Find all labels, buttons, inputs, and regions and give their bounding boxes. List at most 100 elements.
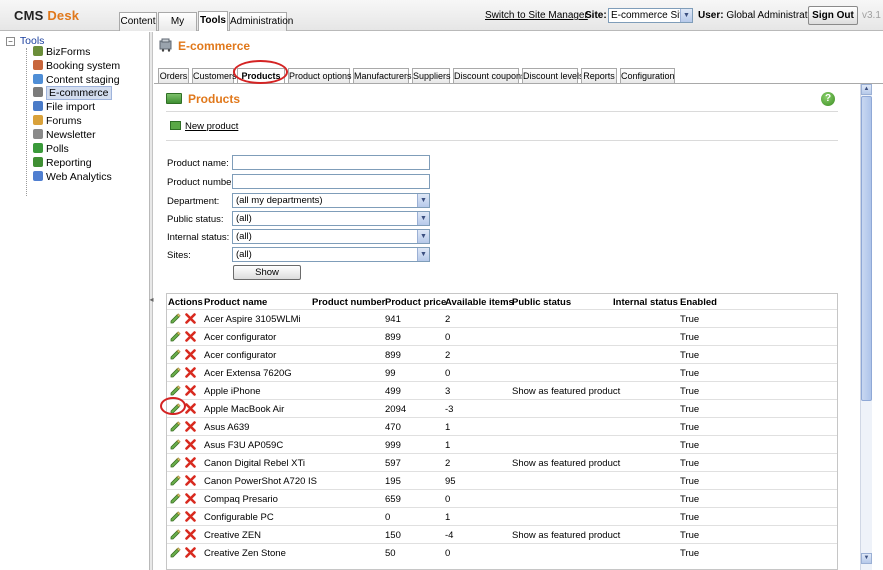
column-header-public-status: Public status bbox=[512, 297, 572, 308]
tree-item-bizforms[interactable]: BizForms bbox=[33, 46, 90, 59]
tab-discount-levels[interactable]: Discount levels bbox=[522, 68, 584, 83]
cell-price: 499 bbox=[385, 386, 401, 397]
help-icon[interactable]: ? bbox=[821, 92, 835, 106]
scrollbar-thumb[interactable] bbox=[861, 96, 872, 401]
delete-icon[interactable] bbox=[185, 529, 196, 540]
delete-icon[interactable] bbox=[185, 313, 196, 324]
edit-icon[interactable] bbox=[170, 529, 181, 540]
table-row: Acer configurator 899 0 True bbox=[167, 327, 837, 345]
tree-item-forums[interactable]: Forums bbox=[33, 115, 82, 128]
edit-icon[interactable] bbox=[170, 439, 181, 450]
cell-name: Creative Zen Stone bbox=[204, 548, 286, 559]
tree-item-web-analytics[interactable]: Web Analytics bbox=[33, 171, 112, 184]
collapse-icon[interactable]: − bbox=[6, 36, 15, 46]
ecommerce-icon bbox=[159, 38, 173, 52]
show-button[interactable]: Show bbox=[233, 265, 301, 280]
edit-icon[interactable] bbox=[170, 457, 181, 468]
site-select[interactable]: E-commerce Site ▼ bbox=[608, 8, 693, 23]
delete-icon[interactable] bbox=[185, 457, 196, 468]
tree-item-newsletter[interactable]: Newsletter bbox=[33, 129, 96, 142]
delete-icon[interactable] bbox=[185, 493, 196, 504]
edit-icon[interactable] bbox=[170, 511, 181, 522]
scroll-down-icon[interactable]: ▼ bbox=[861, 553, 872, 564]
cell-available: 0 bbox=[445, 368, 451, 379]
tab-suppliers[interactable]: Suppliers bbox=[412, 68, 451, 83]
delete-icon[interactable] bbox=[185, 547, 196, 558]
delete-icon[interactable] bbox=[185, 421, 196, 432]
cell-enabled: True bbox=[680, 332, 700, 343]
tree-item-label: BizForms bbox=[46, 46, 91, 58]
tree-item-label: File import bbox=[46, 101, 96, 113]
switch-to-site-manager-link[interactable]: Switch to Site Manager bbox=[485, 10, 588, 21]
tab-manufacturers[interactable]: Manufacturers bbox=[353, 68, 412, 83]
tree-item-polls[interactable]: Polls bbox=[33, 143, 69, 156]
vertical-scrollbar[interactable]: ▲ ▼ bbox=[860, 84, 872, 570]
cell-price: 99 bbox=[385, 368, 396, 379]
tab-configuration[interactable]: Configuration bbox=[620, 68, 675, 83]
cell-available: 2 bbox=[445, 314, 451, 325]
delete-icon[interactable] bbox=[185, 403, 196, 414]
sites-select[interactable]: (all) ▼ bbox=[232, 247, 430, 262]
tree-item-reporting[interactable]: Reporting bbox=[33, 157, 92, 170]
tree-item-label: Newsletter bbox=[46, 129, 96, 141]
tab-my-desk[interactable]: My Desk bbox=[158, 12, 197, 44]
public-status-select[interactable]: (all) ▼ bbox=[232, 211, 430, 226]
table-row: Acer configurator 899 2 True bbox=[167, 345, 837, 363]
cell-enabled: True bbox=[680, 458, 700, 469]
edit-icon[interactable] bbox=[170, 475, 181, 486]
product-number-input[interactable] bbox=[232, 174, 430, 189]
sites-select-value: (all) bbox=[236, 249, 252, 260]
site-label: Site: bbox=[585, 10, 607, 21]
edit-icon[interactable] bbox=[170, 547, 181, 558]
sign-out-button[interactable]: Sign Out bbox=[808, 6, 858, 25]
cell-available: 0 bbox=[445, 332, 451, 343]
department-select[interactable]: (all my departments) ▼ bbox=[232, 193, 430, 208]
site-select-value: E-commerce Site bbox=[611, 10, 688, 21]
cell-public-status: Show as featured product bbox=[512, 530, 621, 541]
tree-item-label: Polls bbox=[46, 143, 69, 155]
delete-icon[interactable] bbox=[185, 511, 196, 522]
delete-icon[interactable] bbox=[185, 475, 196, 486]
tab-discount-coupons[interactable]: Discount coupons bbox=[453, 68, 526, 83]
tree-item-label: Forums bbox=[46, 115, 82, 127]
tab-content[interactable]: Content bbox=[119, 12, 157, 31]
table-row: Creative Zen Stone 50 0 True bbox=[167, 543, 837, 561]
edit-icon[interactable] bbox=[170, 313, 181, 324]
tree-item-e-commerce[interactable]: E-commerce bbox=[33, 86, 112, 100]
cell-available: 1 bbox=[445, 440, 451, 451]
module-title: E-commerce bbox=[159, 38, 250, 53]
tree-item-label: Reporting bbox=[46, 157, 92, 169]
tab-products[interactable]: Products bbox=[237, 68, 285, 83]
edit-icon[interactable] bbox=[170, 421, 181, 432]
delete-icon[interactable] bbox=[185, 439, 196, 450]
delete-icon[interactable] bbox=[185, 367, 196, 378]
tree-item-file-import[interactable]: File import bbox=[33, 101, 95, 114]
edit-icon[interactable] bbox=[170, 493, 181, 504]
edit-icon[interactable] bbox=[170, 331, 181, 342]
tree-item-booking-system[interactable]: Booking system bbox=[33, 60, 120, 73]
edit-icon[interactable] bbox=[170, 385, 181, 396]
tab-customers[interactable]: Customers bbox=[192, 68, 237, 83]
new-product-link[interactable]: New product bbox=[170, 121, 238, 132]
tab-product-options[interactable]: Product options bbox=[288, 68, 352, 83]
chevron-down-icon: ▼ bbox=[680, 9, 692, 22]
table-row: Apple MacBook Air 2094 -3 True bbox=[167, 399, 837, 417]
tab-reports[interactable]: Reports bbox=[581, 68, 617, 83]
delete-icon[interactable] bbox=[185, 385, 196, 396]
products-panel: Products ? New product Product name: Pro… bbox=[158, 84, 858, 570]
edit-icon[interactable] bbox=[170, 367, 181, 378]
product-name-input[interactable] bbox=[232, 155, 430, 170]
table-row: Canon Digital Rebel XTi 597 2 Show as featu… bbox=[167, 453, 837, 471]
delete-icon[interactable] bbox=[185, 349, 196, 360]
tab-tools[interactable]: Tools bbox=[198, 11, 228, 31]
internal-status-select[interactable]: (all) ▼ bbox=[232, 229, 430, 244]
cell-price: 150 bbox=[385, 530, 401, 541]
scroll-up-icon[interactable]: ▲ bbox=[861, 84, 872, 95]
edit-icon[interactable] bbox=[170, 349, 181, 360]
edit-icon[interactable] bbox=[170, 403, 181, 414]
tab-administration[interactable]: Administration bbox=[229, 12, 293, 31]
tab-orders[interactable]: Orders bbox=[158, 68, 189, 83]
user-value: Global Administrator bbox=[726, 10, 817, 21]
delete-icon[interactable] bbox=[185, 331, 196, 342]
cell-price: 2094 bbox=[385, 404, 407, 415]
